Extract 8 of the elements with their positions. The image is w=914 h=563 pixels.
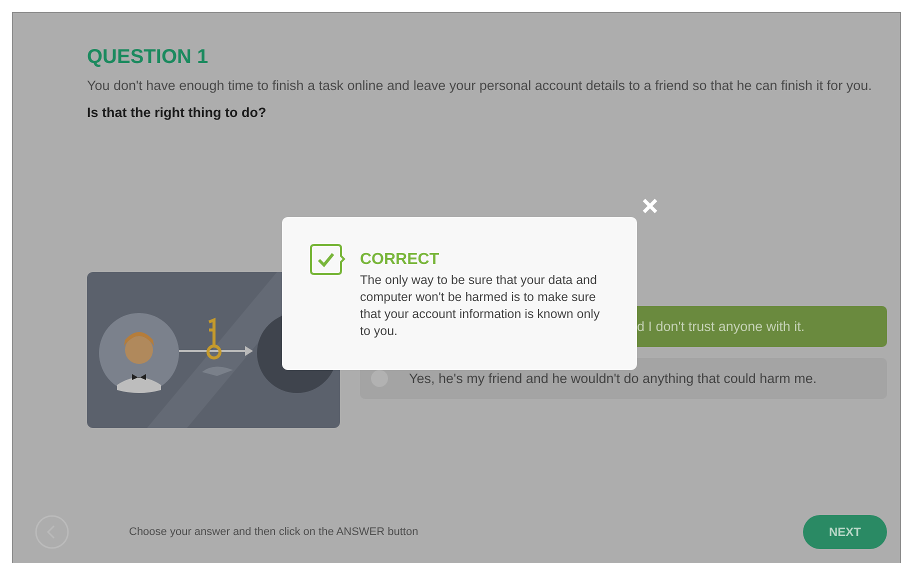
question-text: You don't have enough time to finish a task online and leave your personal account details to a friend so that he can finish it for you.	[87, 77, 873, 95]
feedback-text: The only way to be sure that your data and computer won't be harmed is to make sure that your account information is known only to you.	[360, 272, 601, 340]
answer-text: Yes, he's my friend and he wouldn't do anything that could harm me.	[409, 371, 817, 386]
answer-text: d I don't trust anyone with it.	[637, 319, 805, 334]
feedback-title: CORRECT	[360, 250, 440, 270]
question-title: QUESTION 1	[87, 45, 210, 69]
question-prompt: Is that the right thing to do?	[87, 104, 268, 122]
instruction-text: Choose your answer and then click on the ANSWER button	[129, 526, 418, 538]
